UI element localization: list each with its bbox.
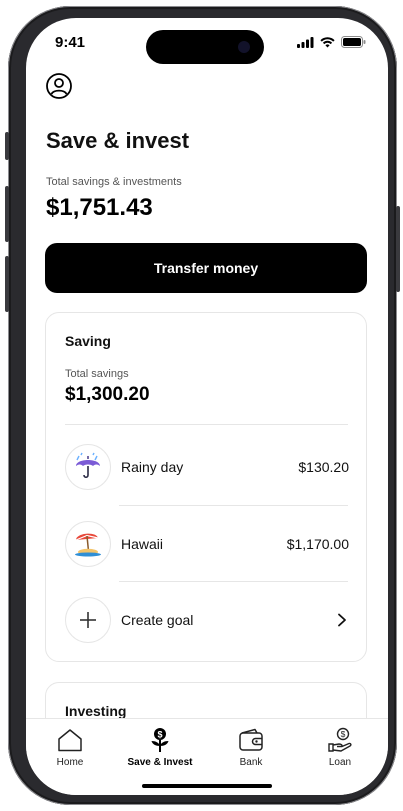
page-title: Save & invest	[46, 128, 190, 153]
status-time: 9:41	[55, 34, 86, 51]
create-goal-row[interactable]: Create goal	[65, 596, 349, 644]
home-indicator	[142, 784, 272, 788]
total-savings-investments-label: Total savings & investments	[46, 176, 182, 188]
plus-icon	[65, 597, 111, 643]
goal-value: $130.20	[298, 459, 349, 475]
profile-icon[interactable]	[46, 73, 72, 99]
island-icon	[65, 521, 111, 567]
goal-row-rainy-day[interactable]: Rainy day $130.20	[65, 443, 349, 491]
status-icons	[297, 36, 366, 48]
tab-label: Bank	[239, 757, 263, 768]
create-goal-label: Create goal	[121, 612, 194, 628]
saving-card: Saving Total savings $1,300.20 Rainy day…	[45, 312, 367, 662]
tab-bank[interactable]: Bank	[206, 727, 296, 777]
tab-label: Home	[56, 757, 84, 768]
total-savings-investments-amount: $1,751.43	[46, 194, 153, 221]
svg-text:$: $	[157, 729, 162, 739]
goal-label: Rainy day	[121, 459, 184, 475]
status-bar: 9:41	[26, 18, 388, 70]
home-icon	[56, 727, 84, 753]
wifi-icon	[320, 36, 335, 47]
phone-side-button	[5, 132, 9, 160]
tab-label: Loan	[328, 757, 352, 768]
tab-home[interactable]: Home	[26, 727, 115, 777]
total-savings-amount: $1,300.20	[65, 384, 150, 405]
phone-volume-down	[5, 256, 9, 312]
chevron-right-icon	[338, 613, 346, 627]
goal-value: $1,170.00	[286, 536, 349, 552]
svg-text:$: $	[341, 729, 346, 739]
investing-card-title: Investing	[65, 703, 127, 719]
transfer-money-button[interactable]: Transfer money	[45, 243, 367, 293]
tab-label: Save & Invest	[127, 757, 193, 768]
divider	[65, 424, 348, 425]
umbrella-icon	[65, 444, 111, 490]
signal-icon	[297, 36, 314, 48]
tab-save-invest[interactable]: $ Save & Invest	[115, 727, 205, 777]
tab-loan[interactable]: $ Loan	[295, 727, 385, 777]
wallet-icon	[237, 727, 265, 753]
phone-power-button	[396, 206, 400, 292]
total-savings-label: Total savings	[65, 368, 129, 380]
dynamic-island	[146, 30, 264, 64]
save-invest-icon: $	[146, 727, 174, 753]
loan-icon: $	[326, 727, 354, 753]
app-screen: 9:41 Save & invest Total savings & inves…	[26, 18, 388, 795]
divider	[119, 505, 348, 506]
camera-icon	[238, 41, 250, 53]
goal-label: Hawaii	[121, 536, 164, 552]
divider	[119, 581, 348, 582]
saving-card-title: Saving	[65, 333, 111, 349]
goal-row-hawaii[interactable]: Hawaii $1,170.00	[65, 520, 349, 568]
phone-volume-up	[5, 186, 9, 242]
battery-icon	[341, 36, 366, 48]
